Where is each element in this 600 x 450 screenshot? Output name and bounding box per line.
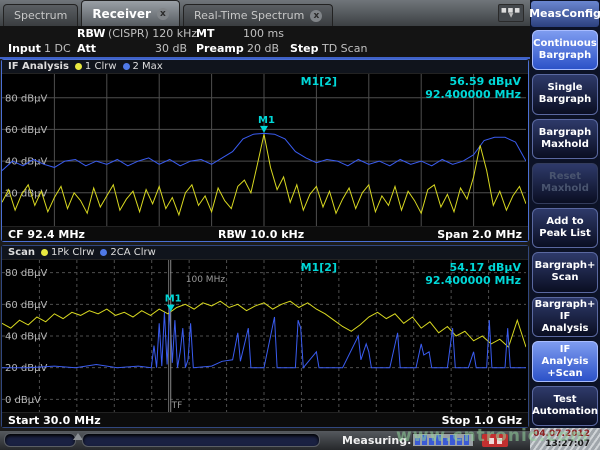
- start-readout: Start 30.0 MHz: [8, 414, 101, 427]
- if-analysis-panel: IF Analysis 1 Clrw 2 Max 80 dBµV60 dBµV4…: [1, 59, 529, 242]
- span-readout: Span 2.0 MHz: [437, 228, 522, 241]
- tab-receiver[interactable]: Receiver x: [81, 0, 180, 26]
- if-analysis-footer: CF 92.4 MHz RBW 10.0 kHz Span 2.0 MHz: [2, 226, 528, 241]
- trace1-color-icon: [75, 63, 82, 70]
- trace1-label: 1 Clrw: [85, 61, 117, 72]
- marker-readout: 54.17 dBµV 92.400000 MHz: [425, 261, 521, 287]
- marker-level: 54.17 dBµV: [425, 261, 521, 274]
- softkey-sidebar: MeasConfig Continuous Bargraph Single Ba…: [530, 0, 600, 450]
- chevron-down-icon: ▼: [509, 13, 514, 19]
- svg-text:60 dBµV: 60 dBµV: [5, 125, 47, 136]
- svg-text:M1: M1: [258, 115, 275, 126]
- scan-header: Scan 1Pk Clrw 2CA Clrw: [2, 246, 528, 260]
- trace2-legend[interactable]: 2 Max: [123, 61, 163, 72]
- tab-real-time-spectrum[interactable]: Real-Time Spectrum x: [183, 4, 333, 26]
- trace2-legend[interactable]: 2CA Clrw: [100, 247, 155, 258]
- step-label: Step: [290, 42, 319, 55]
- trace2-label: 2 Max: [133, 61, 163, 72]
- trace1-color-icon: [41, 249, 48, 256]
- settings-bar: RBW (CISPR) 120 kHz MT 100 ms Input 1 DC…: [0, 26, 530, 57]
- svg-text:40 dBµV: 40 dBµV: [5, 332, 47, 343]
- preamp-value: 20 dB: [247, 42, 279, 55]
- svg-text:TF: TF: [171, 401, 183, 411]
- input-label: Input: [8, 42, 41, 55]
- measuring-status: Measuring...: [342, 434, 420, 447]
- status-slot-2: [82, 433, 320, 447]
- svg-text:20 dBµV: 20 dBµV: [5, 363, 47, 374]
- marker-frequency: 92.400000 MHz: [425, 274, 521, 287]
- marker-frequency: 92.400000 MHz: [425, 88, 521, 101]
- panel-title: IF Analysis: [8, 61, 69, 72]
- svg-text:100 MHz: 100 MHz: [186, 275, 226, 285]
- softkey-bargraph-if-analysis[interactable]: Bargraph+ IF Analysis: [532, 297, 598, 338]
- datetime-display: 04.07.2012 13:27:07: [530, 428, 600, 450]
- svg-text:M1: M1: [165, 294, 182, 305]
- marker-name: M1[2]: [301, 261, 337, 274]
- tab-bar: Spectrum Receiver x Real-Time Spectrum x…: [0, 0, 530, 26]
- status-bar: Measuring...: [0, 431, 530, 450]
- scan-chart[interactable]: 80 dBµV 60 dBµV 40 dBµV 20 dBµV 0 dBµV 100 MH…: [2, 260, 526, 412]
- cf-readout: CF 92.4 MHz: [8, 228, 85, 241]
- date-value: 04.07.2012: [530, 429, 590, 439]
- tab-overflow-icon[interactable]: ■■■ ▼: [498, 4, 524, 22]
- preamp-label: Preamp: [196, 42, 244, 55]
- panel-title: Scan: [8, 247, 35, 258]
- trace2-label: 2CA Clrw: [110, 247, 155, 258]
- trace2-color-icon: [100, 249, 107, 256]
- softkey-continuous-bargraph[interactable]: Continuous Bargraph: [532, 30, 598, 71]
- softkey-bargraph-maxhold[interactable]: Bargraph Maxhold: [532, 119, 598, 160]
- mt-label: MT: [196, 27, 214, 40]
- level-meter-icon: [412, 433, 474, 447]
- svg-text:80 dBµV: 80 dBµV: [5, 93, 47, 104]
- tab-label: Spectrum: [14, 9, 67, 22]
- trace1-label: 1Pk Clrw: [51, 247, 94, 258]
- softkey-menu-title: MeasConfig: [531, 1, 599, 27]
- softkey-bargraph-scan[interactable]: Bargraph+ Scan: [532, 252, 598, 293]
- marker-readout: 56.59 dBµV 92.400000 MHz: [425, 75, 521, 101]
- svg-text:60 dBµV: 60 dBµV: [5, 300, 47, 311]
- rbw-readout: RBW 10.0 kHz: [218, 228, 304, 241]
- softkey-single-bargraph[interactable]: Single Bargraph: [532, 74, 598, 115]
- scan-footer: Start 30.0 MHz Stop 1.0 GHz: [2, 412, 528, 427]
- step-value: TD Scan: [322, 42, 367, 55]
- status-slot-1: [4, 433, 76, 447]
- att-value: 30 dB: [155, 42, 187, 55]
- close-icon[interactable]: x: [310, 10, 322, 22]
- tab-label: Receiver: [92, 7, 151, 21]
- softkey-add-to-peak-list[interactable]: Add to Peak List: [532, 208, 598, 249]
- softkey-test-automation[interactable]: Test Automation: [532, 386, 598, 427]
- svg-text:0 dBµV: 0 dBµV: [5, 395, 41, 406]
- red-status-icon: [482, 434, 508, 447]
- rbw-value: (CISPR) 120 kHz: [108, 27, 197, 40]
- trace1-legend[interactable]: 1Pk Clrw: [41, 247, 94, 258]
- if-analysis-chart[interactable]: 80 dBµV60 dBµV40 dBµV20 dBµVM1 M1[2] 56.…: [2, 74, 526, 226]
- stop-readout: Stop 1.0 GHz: [442, 414, 522, 427]
- att-label: Att: [77, 42, 96, 55]
- rbw-label: RBW: [77, 27, 105, 40]
- trace2-color-icon: [123, 63, 130, 70]
- time-value: 13:27:07: [530, 439, 590, 449]
- softkey-if-analysis-scan[interactable]: IF Analysis +Scan: [532, 341, 598, 382]
- tab-spectrum[interactable]: Spectrum: [3, 4, 78, 26]
- mt-value: 100 ms: [243, 27, 284, 40]
- if-analysis-header: IF Analysis 1 Clrw 2 Max: [2, 60, 528, 74]
- svg-text:80 dBµV: 80 dBµV: [5, 268, 47, 279]
- input-value: 1 DC: [44, 42, 71, 55]
- marker-level: 56.59 dBµV: [425, 75, 521, 88]
- close-icon[interactable]: x: [157, 8, 169, 20]
- scan-panel: Scan 1Pk Clrw 2CA Clrw 80 dBµV 60 dBµV 40 …: [1, 245, 529, 428]
- softkey-reset-maxhold: Reset Maxhold: [532, 163, 598, 204]
- tab-label: Real-Time Spectrum: [194, 9, 304, 22]
- instrument-screen: Spectrum Receiver x Real-Time Spectrum x…: [0, 0, 600, 450]
- trace1-legend[interactable]: 1 Clrw: [75, 61, 117, 72]
- marker-name: M1[2]: [301, 75, 337, 88]
